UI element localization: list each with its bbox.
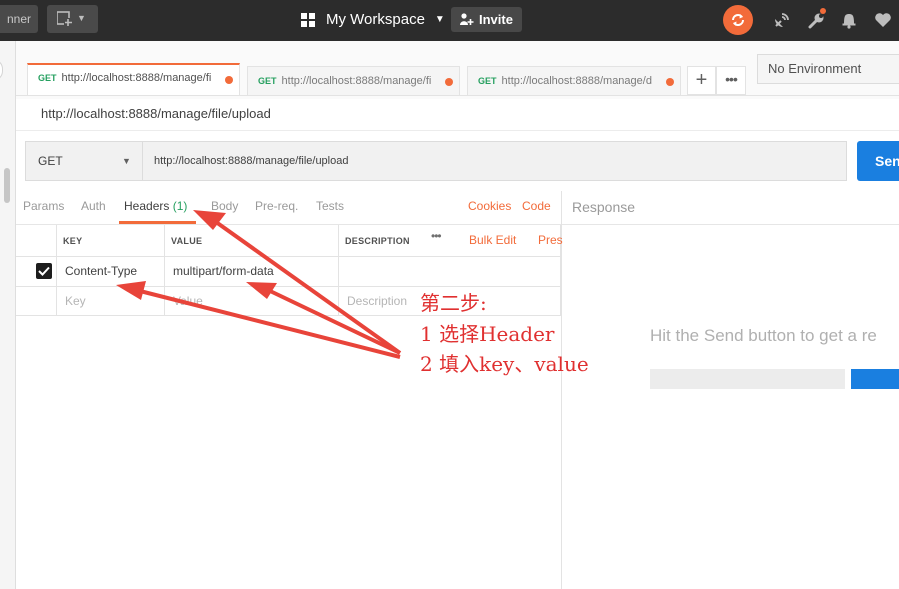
- annotation-step-title: 第二步:: [420, 291, 487, 315]
- app-window: nner ▼ My Workspace ▼ Invite GET http://…: [0, 0, 899, 589]
- arrowhead: [116, 281, 146, 300]
- annotation-step-1: 1 选择Header: [420, 322, 555, 346]
- arrow-to-value-cell: [267, 288, 401, 355]
- annotation-step-2: 2 填入key、value: [420, 352, 589, 376]
